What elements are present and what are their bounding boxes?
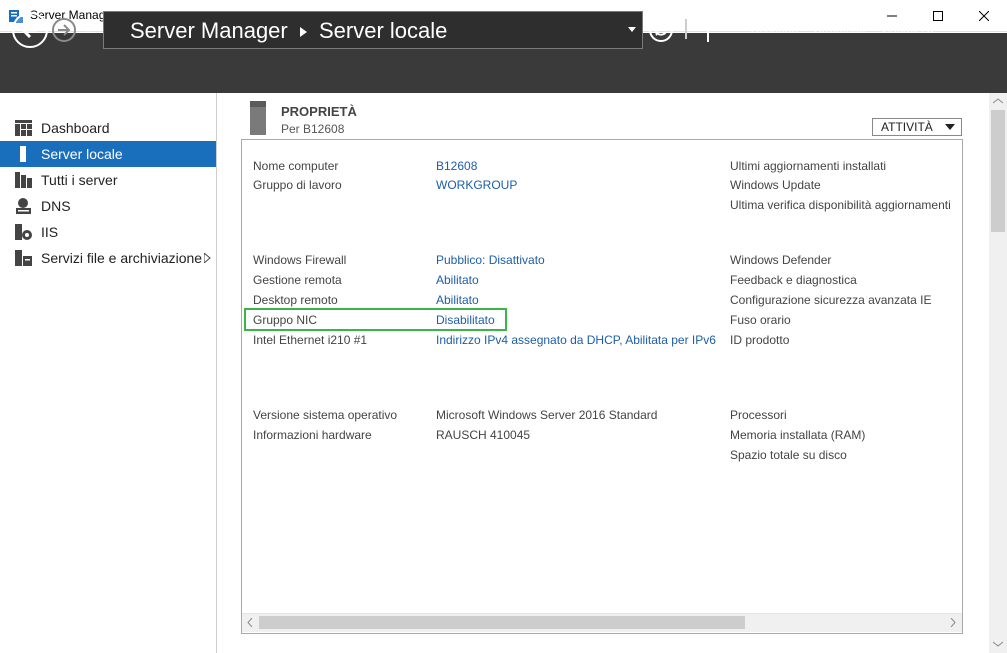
prop-label: Gruppo di lavoro — [253, 178, 342, 192]
history-dropdown-icon[interactable] — [82, 25, 94, 33]
local-server-icon — [20, 146, 26, 162]
close-icon — [979, 11, 989, 21]
prop-label: Feedback e diagnostica — [730, 273, 857, 287]
prop-label: Windows Defender — [730, 253, 832, 267]
prop-label: Desktop remoto — [253, 293, 338, 307]
prop-label: Fuso orario — [730, 313, 791, 327]
arrow-left-icon — [20, 21, 37, 39]
properties-title: PROPRIETÀ — [281, 104, 357, 119]
nic-teaming-highlight — [244, 308, 507, 331]
remote-management-link[interactable]: Abilitato — [436, 273, 479, 287]
properties-panel — [241, 139, 963, 634]
prop-label: Versione sistema operativo — [253, 408, 398, 422]
sidebar-item-dashboard[interactable]: Dashboard — [0, 115, 216, 141]
computer-name-link[interactable]: B12608 — [436, 159, 477, 173]
file-storage-icon — [15, 250, 32, 266]
flag-icon — [707, 16, 724, 42]
prop-label: Spazio totale su disco — [730, 448, 847, 462]
breadcrumb-separator-icon — [300, 27, 307, 37]
menu-visualizza[interactable]: Visualizza — [880, 22, 934, 36]
vertical-scroll-thumb[interactable] — [991, 110, 1005, 232]
scroll-left-icon[interactable] — [247, 618, 253, 627]
prop-label: Informazioni hardware — [253, 428, 372, 442]
arrow-right-icon — [58, 24, 71, 36]
os-version-value: Microsoft Windows Server 2016 Standard — [436, 408, 658, 422]
sidebar-item-servizi-file[interactable]: Servizi file e archiviazione — [0, 245, 216, 271]
sidebar-item-label: Dashboard — [41, 120, 110, 136]
scroll-up-icon[interactable] — [993, 98, 1003, 104]
refresh-icon — [649, 18, 673, 42]
hardware-info-value: RAUSCH 410045 — [436, 428, 531, 442]
menu-gestione[interactable]: Gestione — [750, 22, 798, 36]
sidebar-item-iis[interactable]: IIS — [0, 219, 216, 245]
remote-desktop-link[interactable]: Abilitato — [436, 293, 479, 307]
prop-label: Ultima verifica disponibilità aggiorname… — [730, 198, 951, 212]
scroll-down-icon[interactable] — [993, 641, 1003, 647]
tasks-label: ATTIVITÀ — [881, 120, 933, 134]
prop-label: Windows Firewall — [253, 253, 347, 267]
scroll-right-icon[interactable] — [950, 618, 956, 627]
forward-button[interactable] — [52, 18, 76, 42]
prop-label: Ultimi aggiornamenti installati — [730, 159, 887, 173]
notifications-button[interactable] — [705, 14, 727, 44]
sidebar-item-label: IIS — [41, 224, 59, 240]
prop-label: Configurazione sicurezza avanzata IE — [730, 293, 932, 307]
sidebar-item-server-locale[interactable]: Server locale — [0, 141, 216, 167]
sidebar-item-tutti-i-server[interactable]: Tutti i server — [0, 167, 216, 193]
refresh-button[interactable] — [648, 17, 674, 43]
prop-label: Intel Ethernet i210 #1 — [253, 333, 368, 347]
sidebar-item-label: DNS — [41, 198, 71, 214]
server-icon — [250, 101, 266, 135]
minimize-icon — [887, 15, 897, 17]
workgroup-link[interactable]: WORKGROUP — [436, 178, 517, 192]
iis-icon — [15, 224, 32, 240]
help-menu[interactable]: ? — [962, 22, 969, 36]
prop-label: Gestione remota — [253, 273, 342, 287]
ethernet-link[interactable]: Indirizzo IPv4 assegnato da DHCP, Abilit… — [436, 333, 716, 347]
horizontal-scroll-thumb[interactable] — [259, 616, 745, 629]
dashboard-icon — [15, 120, 32, 136]
dns-icon — [16, 198, 31, 214]
sidebar-item-dns[interactable]: DNS — [0, 193, 216, 219]
chevron-down-icon — [945, 124, 955, 130]
chevron-right-icon — [204, 253, 211, 263]
prop-label: Nome computer — [253, 159, 339, 173]
prop-label: Memoria installata (RAM) — [730, 428, 866, 442]
breadcrumb-dropdown-icon[interactable] — [628, 27, 636, 33]
tasks-dropdown[interactable]: ATTIVITÀ — [872, 118, 962, 136]
menu-strumenti[interactable]: Strumenti — [814, 22, 865, 36]
header-divider — [685, 19, 687, 39]
maximize-icon — [933, 11, 943, 21]
sidebar-item-label: Server locale — [41, 146, 123, 162]
back-button[interactable] — [12, 12, 48, 48]
properties-subtitle: Per B12608 — [281, 122, 345, 136]
breadcrumb-current: Server locale — [319, 18, 448, 43]
all-servers-icon — [15, 172, 32, 188]
breadcrumb-root[interactable]: Server Manager — [130, 18, 288, 44]
sidebar-item-label: Tutti i server — [41, 172, 118, 188]
firewall-link[interactable]: Pubblico: Disattivato — [436, 253, 545, 267]
prop-label: Windows Update — [730, 178, 821, 192]
sidebar-item-label: Servizi file e archiviazione — [41, 250, 203, 266]
prop-label: Processori — [730, 408, 787, 422]
prop-label: ID prodotto — [730, 333, 790, 347]
